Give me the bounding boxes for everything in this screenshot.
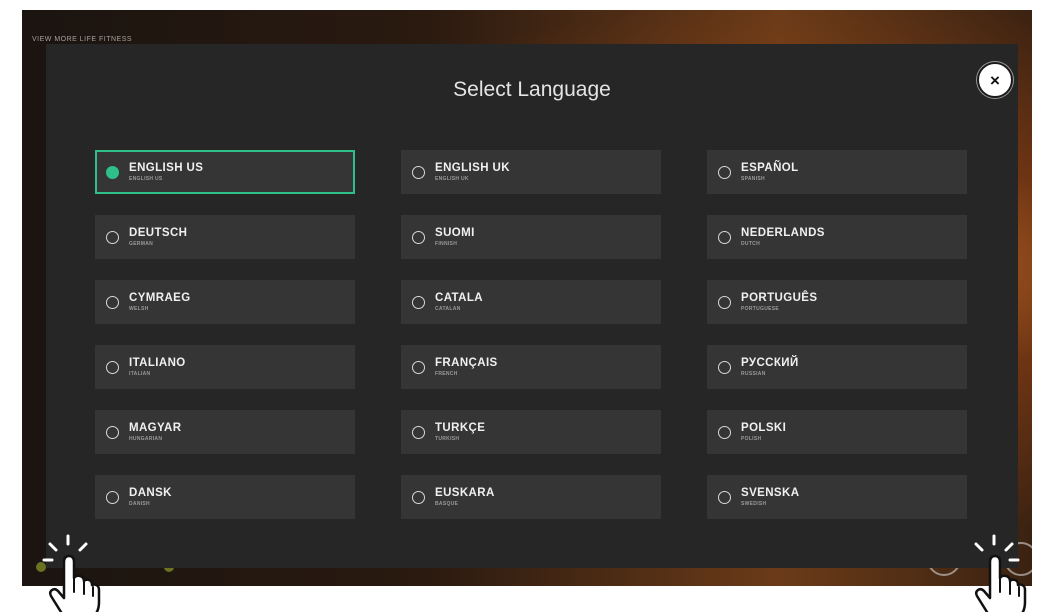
language-option[interactable]: FRANÇAIS FRENCH — [401, 345, 661, 389]
language-english-name: GERMAN — [129, 240, 154, 247]
language-english-name: TURKISH — [435, 435, 460, 442]
close-button[interactable]: × — [977, 62, 1013, 98]
language-option[interactable]: SVENSKA SWEDISH — [707, 475, 967, 519]
language-native-name: PORTUGUÊS — [741, 291, 818, 304]
language-option[interactable]: ESPAÑOL SPANISH — [707, 150, 967, 194]
radio-icon[interactable] — [412, 230, 425, 244]
language-label: POLSKI POLISH — [741, 422, 786, 443]
language-english-name: SPANISH — [741, 175, 765, 182]
radio-icon[interactable] — [106, 490, 119, 504]
language-native-name: SVENSKA — [741, 486, 800, 499]
language-option[interactable]: TURKÇE TURKISH — [401, 410, 661, 454]
language-label: SUOMI FINNISH — [435, 227, 475, 248]
language-english-name: ITALIAN — [129, 370, 151, 377]
language-native-name: ESPAÑOL — [741, 161, 799, 174]
language-label: SVENSKA SWEDISH — [741, 487, 799, 508]
language-label: CYMRAEG WELSH — [129, 292, 191, 313]
language-english-name: FRENCH — [435, 370, 458, 377]
language-option[interactable]: MAGYAR HUNGARIAN — [95, 410, 355, 454]
language-option[interactable]: CATALA CATALAN — [401, 280, 661, 324]
radio-icon[interactable] — [106, 295, 119, 309]
language-modal: Select Language × ENGLISH US ENGLISH US EN… — [46, 44, 1018, 568]
language-label: FRANÇAIS FRENCH — [435, 357, 498, 378]
language-native-name: SUOMI — [435, 226, 475, 239]
radio-icon[interactable] — [718, 360, 731, 374]
language-option[interactable]: NEDERLANDS DUTCH — [707, 215, 967, 259]
tap-gesture-icon — [42, 534, 101, 612]
language-label: EUSKARA BASQUE — [435, 487, 495, 508]
modal-title: Select Language — [453, 78, 611, 101]
language-native-name: TURKÇE — [435, 421, 486, 434]
language-english-name: PORTUGUESE — [741, 305, 780, 312]
language-label: ENGLISH UK ENGLISH UK — [435, 162, 510, 183]
language-option[interactable]: SUOMI FINNISH — [401, 215, 661, 259]
radio-icon[interactable] — [718, 490, 731, 504]
language-english-name: DUTCH — [741, 240, 760, 247]
language-native-name: ENGLISH US — [129, 161, 204, 174]
language-grid: ENGLISH US ENGLISH US ENGLISH UK ENGLISH UK… — [95, 150, 967, 519]
language-native-name: РУССКИЙ — [741, 356, 799, 369]
radio-icon[interactable] — [106, 360, 119, 374]
radio-icon[interactable] — [718, 295, 731, 309]
language-native-name: MAGYAR — [129, 421, 182, 434]
language-label: NEDERLANDS DUTCH — [741, 227, 825, 248]
radio-icon[interactable] — [106, 425, 119, 439]
language-english-name: RUSSIAN — [741, 370, 766, 377]
language-english-name: POLISH — [741, 435, 762, 442]
radio-icon[interactable] — [412, 165, 425, 179]
language-english-name: FINNISH — [435, 240, 458, 247]
language-label: ENGLISH US ENGLISH US — [129, 162, 203, 183]
language-native-name: NEDERLANDS — [741, 226, 825, 239]
language-native-name: DANSK — [129, 486, 172, 499]
radio-icon[interactable] — [412, 360, 425, 374]
language-option[interactable]: CYMRAEG WELSH — [95, 280, 355, 324]
language-english-name: CATALAN — [435, 305, 461, 312]
radio-icon[interactable] — [106, 230, 119, 244]
background-title: VIEW MORE LIFE FITNESS — [32, 36, 133, 43]
language-native-name: EUSKARA — [435, 486, 495, 499]
language-option[interactable]: PORTUGUÊS PORTUGUESE — [707, 280, 967, 324]
language-option[interactable]: DEUTSCH GERMAN — [95, 215, 355, 259]
radio-icon[interactable] — [718, 230, 731, 244]
close-icon: × — [990, 70, 1000, 90]
tap-gesture-icon — [974, 534, 1027, 612]
language-native-name: ENGLISH UK — [435, 161, 510, 174]
language-option[interactable]: DANSK DANISH — [95, 475, 355, 519]
language-option[interactable]: ENGLISH UK ENGLISH UK — [401, 150, 661, 194]
radio-icon[interactable] — [718, 165, 731, 179]
language-english-name: ENGLISH UK — [435, 175, 469, 182]
language-option[interactable]: ITALIANO ITALIAN — [95, 345, 355, 389]
radio-icon[interactable] — [412, 490, 425, 504]
language-label: ESPAÑOL SPANISH — [741, 162, 799, 183]
language-option[interactable]: ENGLISH US ENGLISH US — [95, 150, 355, 194]
language-native-name: CATALA — [435, 291, 483, 304]
language-label: CATALA CATALAN — [435, 292, 483, 313]
language-english-name: WELSH — [129, 305, 149, 312]
language-english-name: HUNGARIAN — [129, 435, 163, 442]
radio-icon[interactable] — [412, 295, 425, 309]
language-label: ITALIANO ITALIAN — [129, 357, 186, 378]
radio-icon[interactable] — [412, 425, 425, 439]
language-native-name: ITALIANO — [129, 356, 186, 369]
language-native-name: FRANÇAIS — [435, 356, 498, 369]
language-native-name: DEUTSCH — [129, 226, 188, 239]
language-option[interactable]: EUSKARA BASQUE — [401, 475, 661, 519]
language-native-name: CYMRAEG — [129, 291, 191, 304]
language-label: TURKÇE TURKISH — [435, 422, 485, 443]
language-label: РУССКИЙ RUSSIAN — [741, 357, 799, 378]
language-option[interactable]: РУССКИЙ RUSSIAN — [707, 345, 967, 389]
language-label: PORTUGUÊS PORTUGUESE — [741, 292, 817, 313]
language-native-name: POLSKI — [741, 421, 787, 434]
language-label: DANSK DANISH — [129, 487, 172, 508]
language-label: DEUTSCH GERMAN — [129, 227, 187, 248]
radio-icon[interactable] — [718, 425, 731, 439]
language-english-name: ENGLISH US — [129, 175, 163, 182]
language-english-name: DANISH — [129, 500, 150, 507]
language-label: MAGYAR HUNGARIAN — [129, 422, 181, 443]
language-english-name: SWEDISH — [741, 500, 767, 507]
radio-selected-icon[interactable] — [106, 165, 119, 179]
language-option[interactable]: POLSKI POLISH — [707, 410, 967, 454]
language-english-name: BASQUE — [435, 500, 459, 507]
